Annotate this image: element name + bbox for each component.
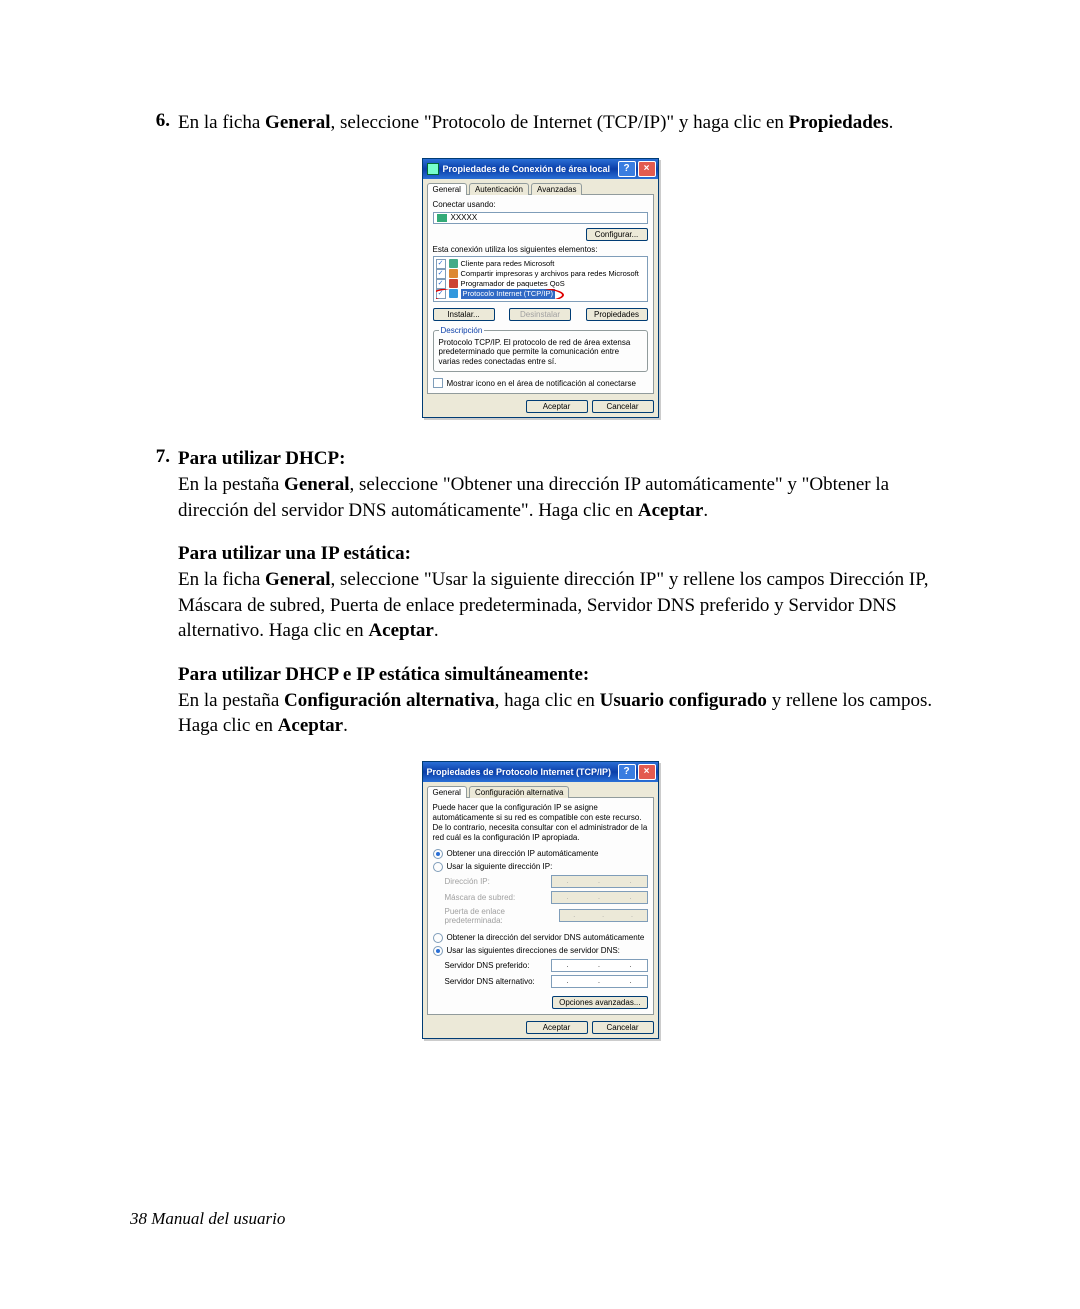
subhead-dhcp: Para utilizar DHCP: xyxy=(178,446,950,472)
window-title: Propiedades de Protocolo Internet (TCP/I… xyxy=(427,767,616,777)
step-7: 7. Para utilizar DHCP: En la pestaña Gen… xyxy=(130,446,950,738)
step-number: 6. xyxy=(130,110,170,136)
dialog-lan-properties: Propiedades de Conexión de área local ? … xyxy=(422,158,659,419)
tab-general[interactable]: General xyxy=(427,786,467,798)
elements-list[interactable]: ✓Cliente para redes Microsoft ✓Compartir… xyxy=(433,256,648,302)
notify-checkbox[interactable] xyxy=(433,378,443,388)
install-button[interactable]: Instalar... xyxy=(433,308,495,321)
ok-button[interactable]: Aceptar xyxy=(526,400,588,413)
adapter-icon xyxy=(437,214,447,222)
radio-dns-auto[interactable] xyxy=(433,933,443,943)
adapter-field: XXXXX xyxy=(433,212,648,224)
window-title: Propiedades de Conexión de área local xyxy=(443,164,616,174)
radio-ip-auto[interactable] xyxy=(433,849,443,859)
step-body: Para utilizar DHCP: En la pestaña Genera… xyxy=(178,446,950,738)
cancel-button[interactable]: Cancelar xyxy=(592,400,654,413)
figure-tcpip-properties: Propiedades de Protocolo Internet (TCP/I… xyxy=(130,761,950,1039)
cancel-button[interactable]: Cancelar xyxy=(592,1021,654,1034)
connect-using-label: Conectar usando: xyxy=(433,200,648,209)
advanced-button[interactable]: Opciones avanzadas... xyxy=(552,996,647,1009)
step-body: En la ficha General, seleccione "Protoco… xyxy=(178,110,950,136)
radio-ip-manual[interactable] xyxy=(433,862,443,872)
subhead-static-ip: Para utilizar una IP estática: xyxy=(178,541,950,567)
gateway-field[interactable]: ... xyxy=(559,909,648,922)
uninstall-button[interactable]: Desinstalar xyxy=(509,308,571,321)
close-button[interactable]: × xyxy=(638,764,656,780)
dns2-field[interactable]: ... xyxy=(551,975,648,988)
close-button[interactable]: × xyxy=(638,161,656,177)
page-footer: 38 Manual del usuario xyxy=(130,1209,285,1229)
mask-field[interactable]: ... xyxy=(551,891,648,904)
tab-advanced[interactable]: Avanzadas xyxy=(531,183,582,195)
titlebar: Propiedades de Protocolo Internet (TCP/I… xyxy=(423,762,658,782)
dialog-tcpip-properties: Propiedades de Protocolo Internet (TCP/I… xyxy=(422,761,659,1039)
step-6: 6. En la ficha General, seleccione "Prot… xyxy=(130,110,950,136)
tab-alt-config[interactable]: Configuración alternativa xyxy=(469,786,570,798)
tab-authentication[interactable]: Autenticación xyxy=(469,183,529,195)
network-icon xyxy=(427,163,439,175)
ip-field[interactable]: ... xyxy=(551,875,648,888)
radio-dns-manual[interactable] xyxy=(433,946,443,956)
tab-general[interactable]: General xyxy=(427,183,467,195)
ok-button[interactable]: Aceptar xyxy=(526,1021,588,1034)
intro-text: Puede hacer que la configuración IP se a… xyxy=(433,803,648,843)
description-group: Descripción Protocolo TCP/IP. El protoco… xyxy=(433,326,648,373)
help-button[interactable]: ? xyxy=(618,161,636,177)
step-number: 7. xyxy=(130,446,170,738)
dns1-field[interactable]: ... xyxy=(551,959,648,972)
configure-button[interactable]: Configurar... xyxy=(586,228,648,241)
uses-elements-label: Esta conexión utiliza los siguientes ele… xyxy=(433,245,648,254)
tcpip-item[interactable]: ✓Protocolo Internet (TCP/IP) xyxy=(436,289,645,299)
subhead-both: Para utilizar DHCP e IP estática simultá… xyxy=(178,662,950,688)
titlebar: Propiedades de Conexión de área local ? … xyxy=(423,159,658,179)
figure-lan-properties: Propiedades de Conexión de área local ? … xyxy=(130,158,950,419)
properties-button[interactable]: Propiedades xyxy=(586,308,648,321)
help-button[interactable]: ? xyxy=(618,764,636,780)
